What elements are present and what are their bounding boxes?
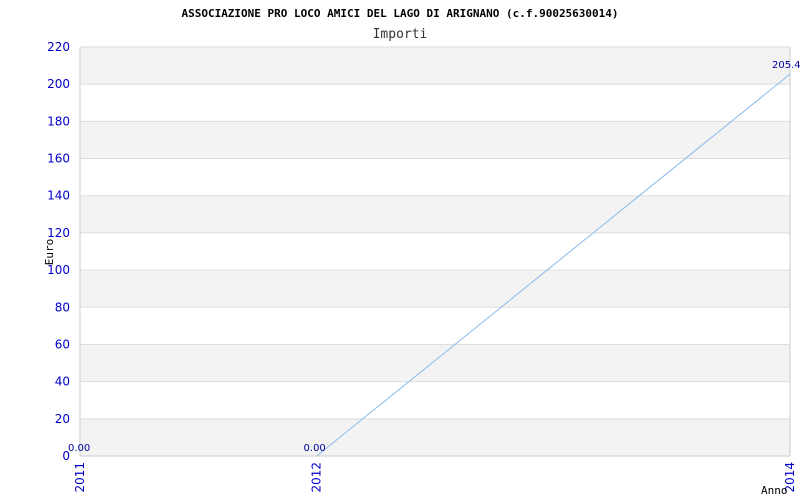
grid-band — [80, 344, 790, 382]
y-axis-label: Euro — [43, 239, 56, 266]
data-label: 0.00 — [304, 443, 326, 454]
x-tick-label: 2012 — [310, 462, 324, 493]
data-label: 205.4 — [772, 60, 800, 71]
y-tick-label: 60 — [55, 337, 70, 351]
y-tick-label: 180 — [47, 114, 70, 128]
x-tick-label: 2011 — [73, 462, 87, 493]
grid-band — [80, 195, 790, 233]
y-tick-label: 160 — [47, 152, 70, 166]
y-tick-label: 40 — [55, 375, 70, 389]
chart-title: ASSOCIAZIONE PRO LOCO AMICI DEL LAGO DI … — [181, 7, 618, 20]
x-axis-label: Anno — [761, 484, 788, 497]
grid-band — [80, 121, 790, 159]
grid-band — [80, 47, 790, 85]
y-tick-label: 80 — [55, 300, 70, 314]
data-labels: 0.00 0.00 205.4 — [68, 60, 800, 454]
y-tick-label: 140 — [47, 189, 70, 203]
line-chart: 020406080100120140160180200220 2011 2012 2… — [43, 7, 800, 497]
y-tick-label: 200 — [47, 77, 70, 91]
y-tick-label: 220 — [47, 40, 70, 54]
chart-subtitle: Importi — [373, 27, 428, 42]
grid-lines — [80, 46, 790, 457]
x-tick-labels: 2011 2012 2014 — [73, 462, 797, 493]
data-label: 0.00 — [68, 443, 90, 454]
grid-bands — [80, 47, 790, 456]
y-tick-label: 20 — [55, 412, 70, 426]
grid-band — [80, 270, 790, 308]
grid-band — [80, 418, 790, 456]
y-tick-label: 120 — [47, 226, 70, 240]
